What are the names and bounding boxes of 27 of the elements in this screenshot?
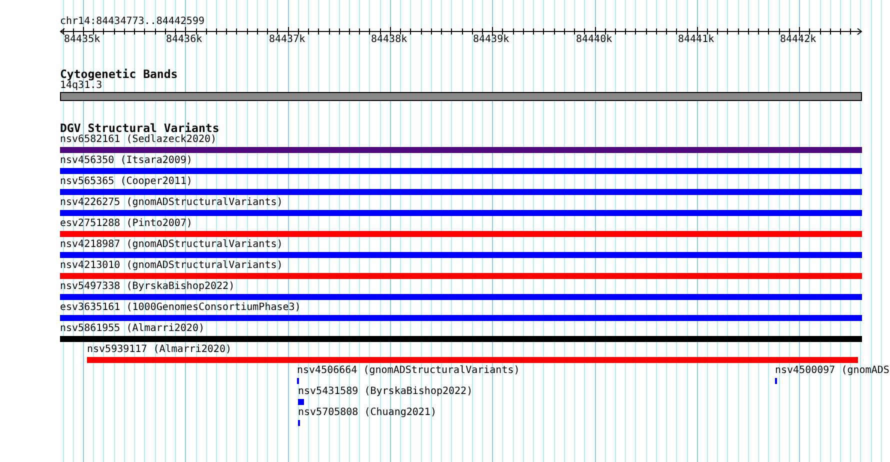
- tick-label: 84442k: [780, 34, 816, 46]
- feature-label: nsv5705808 (Chuang2021): [298, 407, 436, 419]
- tick-label: 84438k: [371, 34, 408, 46]
- tick-label: 84435k: [64, 34, 100, 46]
- feature-label: nsv4506664 (gnomADStructuralVariants): [297, 365, 520, 377]
- feature-label: esv2751288 (Pinto2007): [60, 218, 192, 230]
- tick-label: 84436k: [166, 34, 202, 46]
- feature-label: nsv4218987 (gnomADStructuralVariants): [60, 239, 283, 251]
- track-title: DGV Structural Variants: [60, 122, 220, 135]
- tick-label: 84441k: [678, 34, 714, 46]
- location-label: chr14:84434773..84442599: [60, 16, 204, 28]
- band-label: 14q31.3: [60, 80, 102, 92]
- feature-label: nsv456350 (Itsara2009): [60, 155, 192, 167]
- feature-label: nsv5861955 (Almarri2020): [60, 323, 204, 335]
- feature-label: nsv4226275 (gnomADStructuralVariants): [60, 197, 283, 209]
- tick-label: 84439k: [473, 34, 510, 46]
- feature-label: esv3635161 (1000GenomesConsortiumPhase3): [60, 302, 301, 314]
- tick-label: 84437k: [269, 34, 306, 46]
- tick-label: 84440k: [576, 34, 612, 46]
- feature-label: nsv5497338 (ByrskaBishop2022): [60, 281, 235, 293]
- feature-label: nsv5431589 (ByrskaBishop2022): [298, 386, 473, 398]
- feature-label: nsv5939117 (Almarri2020): [87, 344, 232, 356]
- feature-label: nsv6582161 (Sedlazeck2020): [60, 134, 217, 146]
- feature-label: nsv4213010 (gnomADStructuralVariants): [60, 260, 283, 272]
- feature-label: nsv565365 (Cooper2011): [60, 176, 192, 188]
- track-title: Cytogenetic Bands: [60, 68, 178, 81]
- feature-label: nsv4500097 (gnomADS: [775, 365, 890, 377]
